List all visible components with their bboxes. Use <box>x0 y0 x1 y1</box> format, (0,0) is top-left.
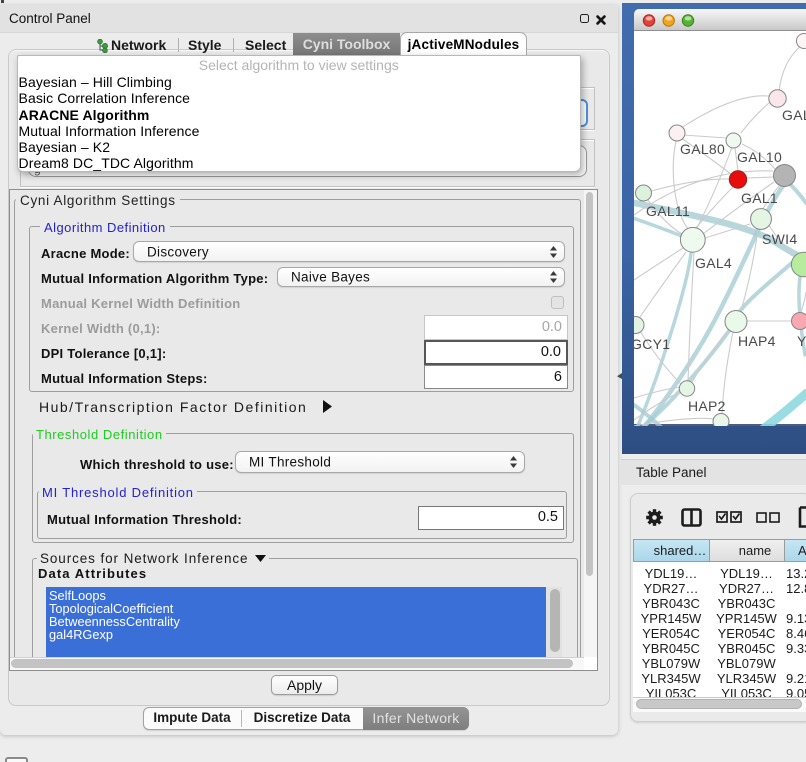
svg-text:GAL10: GAL10 <box>737 149 782 165</box>
svg-text:GAL: GAL <box>782 107 806 123</box>
svg-text:SWI4: SWI4 <box>762 231 797 247</box>
svg-text:GAL1: GAL1 <box>741 190 778 206</box>
svg-text:GCY1: GCY1 <box>634 336 670 352</box>
svg-text:GAL80: GAL80 <box>680 141 725 157</box>
svg-text:HAP4: HAP4 <box>738 333 776 349</box>
svg-text:Y: Y <box>797 333 806 349</box>
svg-text:GAL11: GAL11 <box>646 203 690 219</box>
svg-text:GAL4: GAL4 <box>695 255 732 271</box>
svg-text:HAP2: HAP2 <box>688 398 726 414</box>
